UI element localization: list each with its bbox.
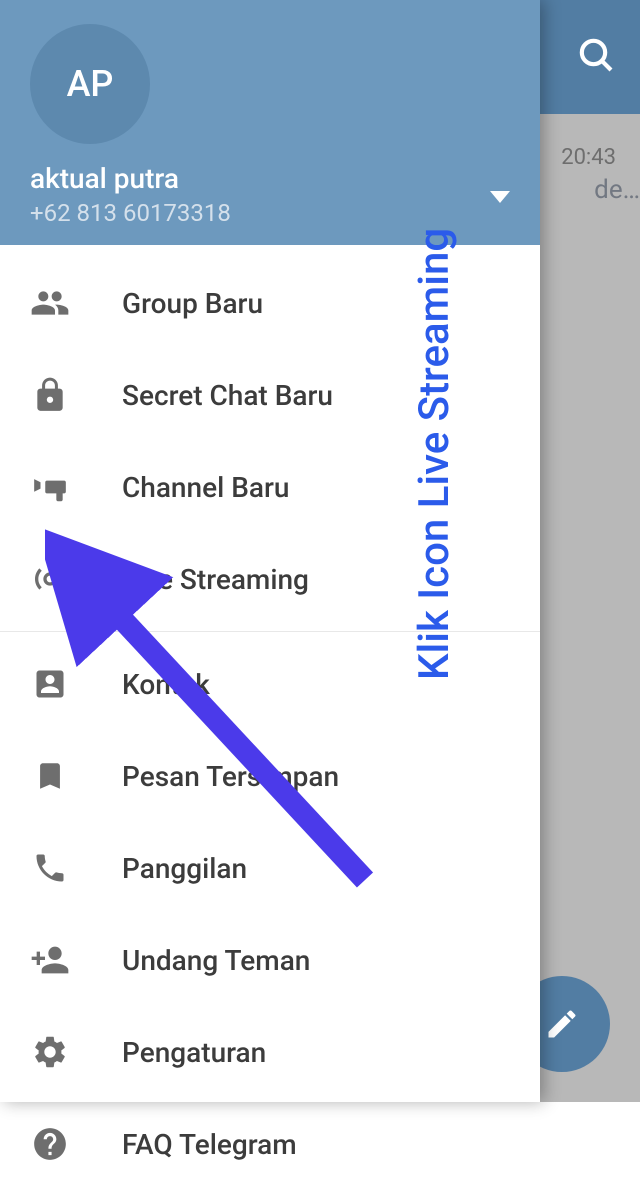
chevron-down-icon[interactable] [490,191,510,203]
menu-new-secret-chat[interactable]: Secret Chat Baru [0,349,540,441]
menu-saved-messages[interactable]: Pesan Tersimpan [0,730,540,822]
menu-new-group[interactable]: Group Baru [0,257,540,349]
avatar-initials: AP [67,63,114,105]
lock-icon [30,375,70,415]
megaphone-icon [30,467,70,507]
drawer-header[interactable]: AP aktual putra +62 813 60173318 [0,0,540,245]
contact-icon [30,664,70,704]
navigation-drawer: AP aktual putra +62 813 60173318 Group B… [0,0,540,1102]
search-button[interactable] [576,35,616,79]
live-icon [30,559,70,599]
menu-invite-friends[interactable]: Undang Teman [0,914,540,1006]
menu-label: Pesan Tersimpan [122,760,339,793]
menu-label: Kontak [122,668,210,701]
user-name: aktual putra [30,162,510,195]
gear-icon [30,1032,70,1072]
menu-label: Channel Baru [122,471,289,504]
menu-label: Pengaturan [122,1036,266,1069]
avatar[interactable]: AP [30,24,150,144]
menu-label: Group Baru [122,287,263,320]
menu-label: Live Streaming [122,563,309,596]
phone-icon [30,848,70,888]
menu-contacts[interactable]: Kontak [0,638,540,730]
group-icon [30,283,70,323]
menu-live-streaming[interactable]: Live Streaming [0,533,540,625]
menu-new-channel[interactable]: Channel Baru [0,441,540,533]
menu-list: Group Baru Secret Chat Baru Channel Baru [0,245,540,1190]
menu-settings[interactable]: Pengaturan [0,1006,540,1098]
person-add-icon [30,940,70,980]
menu-label: Panggilan [122,852,247,885]
menu-label: Undang Teman [122,944,310,977]
menu-label: Secret Chat Baru [122,379,333,412]
help-icon [30,1124,70,1164]
menu-label: FAQ Telegram [122,1128,297,1161]
menu-calls[interactable]: Panggilan [0,822,540,914]
user-phone: +62 813 60173318 [30,199,510,227]
menu-faq[interactable]: FAQ Telegram [0,1098,540,1190]
dim-overlay[interactable] [540,114,640,1102]
menu-divider [0,631,540,632]
bookmark-icon [30,756,70,796]
